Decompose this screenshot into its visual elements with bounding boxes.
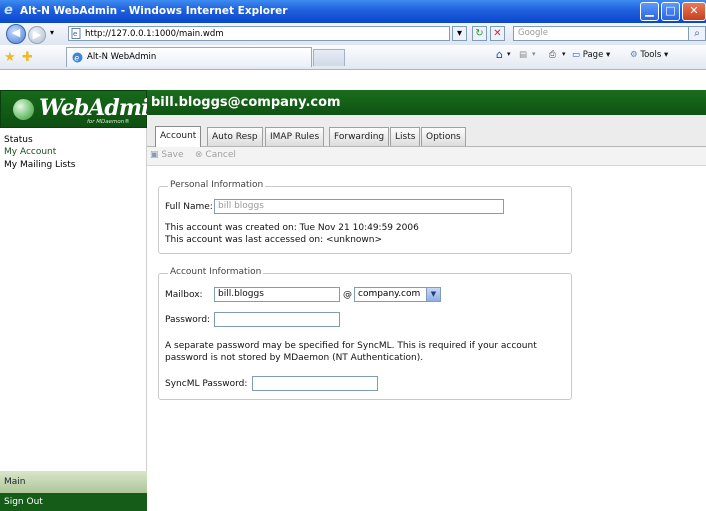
feeds-icon[interactable]: ▤ bbox=[519, 50, 527, 60]
sidebar-item-my-account[interactable]: My Account bbox=[4, 147, 56, 157]
at-sign: @ bbox=[343, 290, 352, 300]
full-name-label: Full Name: bbox=[165, 202, 213, 212]
syncml-password-label: SyncML Password: bbox=[165, 379, 248, 389]
sidebar-item-my-mailing-lists[interactable]: My Mailing Lists bbox=[4, 160, 75, 170]
search-button[interactable]: ⌕ bbox=[688, 26, 706, 41]
address-input[interactable]: e http://127.0.0.1:1000/main.wdm bbox=[68, 26, 450, 41]
close-window-button[interactable]: ✕ bbox=[682, 2, 706, 21]
gear-icon: ⚙ bbox=[630, 50, 638, 60]
print-dropdown-icon[interactable]: ▾ bbox=[562, 50, 566, 58]
tab-imap-rules[interactable]: IMAP Rules bbox=[265, 127, 325, 146]
mailbox-label: Mailbox: bbox=[165, 290, 203, 300]
favorites-star-icon[interactable]: ★ bbox=[4, 50, 16, 65]
browser-tab-title: Alt-N WebAdmin bbox=[87, 52, 157, 62]
address-dropdown-button[interactable]: ▾ bbox=[452, 26, 467, 41]
form-toolbar: ▣ Save ⊗ Cancel bbox=[147, 147, 706, 166]
forward-button[interactable]: ▶ bbox=[28, 26, 46, 44]
tab-toolbar: ★ ✚ e Alt-N WebAdmin ⌂ ▾ ▤ ▾ ⎙ ▾ ▭ Page … bbox=[0, 45, 706, 70]
tools-menu-label: Tools ▾ bbox=[640, 50, 669, 60]
sidebar: Status My Account My Mailing Lists bbox=[0, 128, 147, 511]
password-label: Password: bbox=[165, 315, 211, 325]
syncml-password-field[interactable] bbox=[252, 376, 378, 391]
svg-text:e: e bbox=[74, 53, 79, 62]
maximize-button[interactable]: □ bbox=[661, 2, 680, 21]
created-text: This account was created on: Tue Nov 21 … bbox=[165, 223, 419, 233]
cancel-label: Cancel bbox=[205, 150, 236, 160]
full-name-field[interactable]: bill bloggs bbox=[214, 199, 504, 214]
save-icon: ▣ bbox=[150, 150, 159, 160]
syncml-note-line2: password is not stored by MDaemon (NT Au… bbox=[165, 353, 424, 363]
accessed-text: This account was last accessed on: <unkn… bbox=[165, 235, 383, 245]
home-dropdown-icon[interactable]: ▾ bbox=[507, 50, 511, 58]
logo-sub: for MDaemon® bbox=[87, 119, 130, 125]
cancel-icon: ⊗ bbox=[195, 150, 203, 160]
chevron-down-icon: ▼ bbox=[426, 288, 440, 301]
page-title: bill.bloggs@company.com bbox=[147, 90, 706, 115]
tab-account[interactable]: Account bbox=[155, 126, 202, 147]
history-dropdown-icon[interactable]: ▾ bbox=[50, 28, 54, 37]
cancel-button[interactable]: ⊗ Cancel bbox=[195, 150, 236, 160]
webadmin-logo[interactable]: WebAdmin for MDaemon® bbox=[0, 90, 164, 128]
minimize-button[interactable]: ▁ bbox=[640, 2, 659, 21]
sign-out-button[interactable]: Sign Out bbox=[0, 493, 147, 511]
tab-auto-resp[interactable]: Auto Resp bbox=[207, 127, 263, 146]
sidebar-item-status[interactable]: Status bbox=[4, 135, 33, 145]
logo-word: WebAdmin bbox=[39, 95, 164, 121]
print-icon[interactable]: ⎙ bbox=[549, 50, 556, 60]
save-button[interactable]: ▣ Save bbox=[150, 150, 183, 160]
mailbox-field[interactable]: bill.bloggs bbox=[214, 287, 340, 302]
page-menu-icon: ▭ bbox=[572, 50, 581, 60]
tab-forwarding[interactable]: Forwarding bbox=[329, 127, 390, 146]
account-tabs: Account Auto Resp IMAP Rules Forwarding … bbox=[147, 115, 706, 147]
save-label: Save bbox=[161, 150, 184, 160]
domain-value: company.com bbox=[358, 289, 421, 299]
page-menu[interactable]: ▭ Page ▾ bbox=[572, 50, 610, 60]
add-favorites-icon[interactable]: ✚ bbox=[22, 50, 33, 65]
page-menu-label: Page ▾ bbox=[582, 50, 611, 60]
domain-select[interactable]: company.com ▼ bbox=[354, 287, 441, 302]
personal-info-legend: Personal Information bbox=[168, 180, 266, 190]
tools-menu[interactable]: ⚙ Tools ▾ bbox=[630, 50, 668, 60]
globe-icon bbox=[13, 99, 34, 120]
stop-button[interactable]: ✕ bbox=[490, 26, 505, 41]
tab-options[interactable]: Options bbox=[421, 127, 466, 146]
tab-lists[interactable]: Lists bbox=[390, 127, 421, 146]
new-tab-button[interactable] bbox=[313, 49, 345, 66]
sidebar-main-button[interactable]: Main bbox=[0, 471, 147, 493]
account-info-legend: Account Information bbox=[168, 267, 264, 277]
password-field[interactable] bbox=[214, 312, 340, 327]
window-titlebar: e Alt-N WebAdmin - Windows Internet Expl… bbox=[0, 0, 706, 23]
syncml-note-line1: A separate password may be specified for… bbox=[165, 341, 537, 351]
browser-tab-active[interactable]: e Alt-N WebAdmin bbox=[66, 47, 312, 67]
home-icon[interactable]: ⌂ bbox=[496, 48, 503, 61]
address-text: http://127.0.0.1:1000/main.wdm bbox=[85, 29, 224, 39]
back-button[interactable]: ◀ bbox=[6, 24, 26, 44]
refresh-button[interactable]: ↻ bbox=[472, 26, 487, 41]
address-toolbar: ◀ ▶ ▾ e http://127.0.0.1:1000/main.wdm ▾… bbox=[0, 23, 706, 46]
ie-tab-icon: e bbox=[72, 52, 83, 63]
page-icon: e bbox=[71, 28, 81, 39]
svg-text:e: e bbox=[73, 30, 77, 38]
window-title: Alt-N WebAdmin - Windows Internet Explor… bbox=[20, 5, 288, 17]
ie-logo-icon: e bbox=[4, 3, 13, 18]
feeds-dropdown-icon[interactable]: ▾ bbox=[532, 50, 536, 58]
search-input[interactable]: Google bbox=[513, 26, 698, 41]
